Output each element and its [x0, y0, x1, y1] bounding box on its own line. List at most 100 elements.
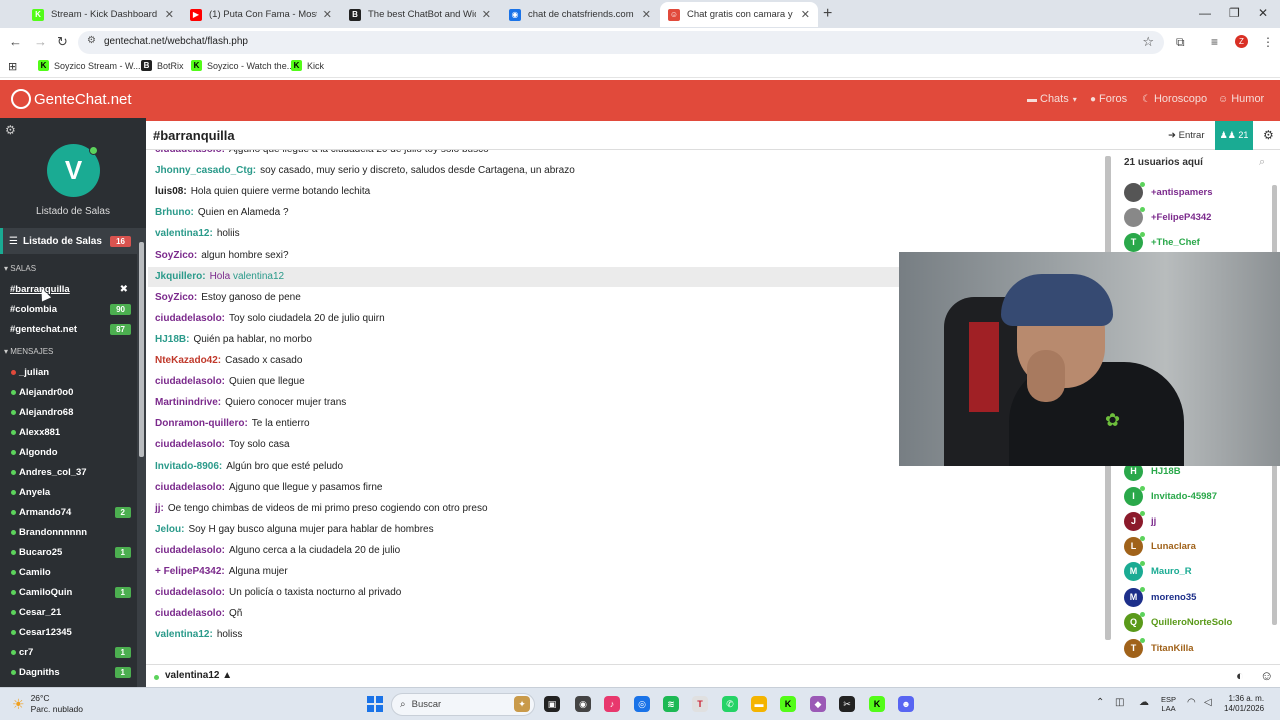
sidebar-user-item[interactable]: Alexx881	[0, 424, 137, 441]
bookmark-item[interactable]: K Soyzico Stream - W...	[38, 60, 141, 71]
close-icon[interactable]: ✕	[323, 8, 332, 21]
message-composer[interactable]: valentina12 ▲ ◐ ☺	[146, 664, 1280, 687]
controller-icon[interactable]: ◆	[810, 696, 826, 712]
message-nick[interactable]: ciudadelasolo:	[155, 150, 225, 155]
sidebar-user-item[interactable]: Armando74 2	[0, 504, 137, 521]
sidebar-user-item[interactable]: Camilo	[0, 564, 137, 581]
reload-icon[interactable]: ↻	[57, 34, 68, 50]
message-nick[interactable]: ciudadelasolo:	[155, 313, 225, 324]
sidebar-user-item[interactable]: Bucaro25 1	[0, 544, 137, 561]
message-nick[interactable]: jj:	[155, 503, 164, 514]
browser-tab[interactable]: ▶ (1) Puta Con Fama - Mosta Man ✕	[182, 2, 340, 27]
user-list-item[interactable]: L Lunaclara	[1124, 535, 1264, 556]
close-icon[interactable]: ✕	[165, 8, 174, 21]
contrast-icon[interactable]: ◐	[1236, 668, 1244, 683]
maximize-button[interactable]: ❐	[1229, 6, 1240, 20]
chrome-icon[interactable]: ◎	[634, 696, 650, 712]
sidebar-user-item[interactable]: cr7 1	[0, 644, 137, 661]
close-window-button[interactable]: ✕	[1258, 6, 1268, 20]
message-nick[interactable]: ciudadelasolo:	[155, 376, 225, 387]
message-nick[interactable]: HJ18B:	[155, 334, 189, 345]
bookmark-star-icon[interactable]: ☆	[1142, 34, 1154, 50]
onedrive-icon[interactable]: ☁	[1139, 697, 1149, 708]
forward-icon[interactable]: →	[34, 34, 47, 49]
settings-gear-icon[interactable]: ⚙	[5, 123, 16, 137]
sidebar-user-item[interactable]: Andres_col_37	[0, 464, 137, 481]
close-icon[interactable]: ✕	[801, 8, 810, 21]
url-field[interactable]: ⚙ gentechat.net/webchat/flash.php ☆	[78, 31, 1164, 54]
message-nick[interactable]: Donramon-quillero:	[155, 418, 248, 429]
user-list-item[interactable]: M Mauro_R	[1124, 560, 1264, 581]
close-icon[interactable]: ✕	[482, 8, 491, 21]
room-item[interactable]: #barranquilla ✖	[0, 281, 137, 298]
browser-tab[interactable]: B The best ChatBot and Widgets ✕	[341, 2, 499, 27]
room-item[interactable]: #gentechat.net 87	[0, 321, 137, 338]
site-info-icon[interactable]: ⚙	[87, 35, 96, 46]
message-nick[interactable]: SoyZico:	[155, 292, 197, 303]
nav-foros[interactable]: ● Foros	[1090, 93, 1127, 105]
typora-icon[interactable]: T	[692, 696, 708, 712]
message-nick[interactable]: luis08:	[155, 186, 187, 197]
message-nick[interactable]: SoyZico:	[155, 250, 197, 261]
capcut-icon[interactable]: ✂	[839, 696, 855, 712]
sidebar-user-item[interactable]: _julian	[0, 364, 137, 381]
site-logo[interactable]: GenteChat.net	[11, 89, 132, 109]
message-nick[interactable]: ciudadelasolo:	[155, 482, 225, 493]
spotify-icon[interactable]: ≋	[663, 696, 679, 712]
message-nick[interactable]: Jhonny_casado_Ctg:	[155, 165, 256, 176]
chat-settings-gear-icon[interactable]: ⚙	[1263, 128, 1274, 142]
minimize-button[interactable]: —	[1199, 6, 1211, 20]
sidebar-user-item[interactable]: Brandonnnnnn	[0, 524, 137, 541]
avatar[interactable]: V	[47, 144, 100, 197]
sidebar-user-item[interactable]: Alejandro68	[0, 404, 137, 421]
nav-horoscopo[interactable]: ☾ Horoscopo	[1142, 93, 1207, 105]
menu-icon[interactable]: ⋮	[1262, 35, 1274, 49]
user-list-item[interactable]: +antispamers	[1124, 181, 1264, 202]
new-tab-button[interactable]: +	[823, 5, 832, 23]
composer-username[interactable]: valentina12 ▲	[165, 670, 232, 681]
profile-avatar[interactable]: Z	[1235, 35, 1248, 48]
user-list-item[interactable]: I Invitado-45987	[1124, 485, 1264, 506]
kick-icon[interactable]: K	[780, 696, 796, 712]
message-nick[interactable]: valentina12:	[155, 629, 213, 640]
whatsapp-icon[interactable]: ✆	[722, 696, 738, 712]
sidebar-user-item[interactable]: Cesar12345	[0, 624, 137, 641]
enter-button[interactable]: ➜ Entrar	[1168, 130, 1204, 141]
room-item[interactable]: #colombia 90	[0, 301, 137, 318]
nav-chats[interactable]: ▬ Chats ▾	[1027, 93, 1077, 105]
bookmark-item[interactable]: B BotRix	[141, 60, 184, 71]
message-nick[interactable]: Invitado-8906:	[155, 461, 222, 472]
apps-icon[interactable]: ⊞	[8, 60, 17, 73]
user-list-item[interactable]: +FelipeP4342	[1124, 206, 1264, 227]
search-icon[interactable]: ⌕	[1259, 156, 1265, 169]
back-icon[interactable]: ←	[9, 34, 22, 49]
sidebar-user-item[interactable]: Alejandr0o0	[0, 384, 137, 401]
extensions-icon[interactable]: ⧉	[1176, 35, 1185, 50]
message-nick[interactable]: ciudadelasolo:	[155, 587, 225, 598]
tray-chevron-icon[interactable]: ⌃	[1096, 697, 1104, 708]
user-list-item[interactable]: Jjj	[1124, 510, 1264, 531]
message-nick[interactable]: ciudadelasolo:	[155, 545, 225, 556]
user-list-item[interactable]: Mmoreno35	[1124, 586, 1264, 607]
volume-icon[interactable]: ◁	[1204, 697, 1212, 708]
weather-widget[interactable]: ☀ 26°C Parc. nublado	[12, 693, 83, 715]
user-list-item[interactable]: T +The_Chef	[1124, 231, 1264, 252]
message-nick[interactable]: Jelou:	[155, 524, 184, 535]
sidebar-user-item[interactable]: Dagniths 1	[0, 664, 137, 681]
start-button[interactable]	[367, 696, 383, 712]
message-nick[interactable]: NteKazado42:	[155, 355, 221, 366]
message-nick[interactable]: valentina12:	[155, 228, 213, 239]
mensajes-section[interactable]: ▾ MENSAJES	[4, 347, 53, 356]
nav-humor[interactable]: ☺ Humor	[1218, 93, 1264, 105]
bookmark-item[interactable]: K Soyzico - Watch the...	[191, 60, 294, 71]
task-view-icon[interactable]: ▣	[544, 696, 560, 712]
message-nick[interactable]: Brhuno:	[155, 207, 194, 218]
emoji-icon[interactable]: ☺	[1260, 668, 1273, 683]
users-toggle-button[interactable]: ♟♟ 21	[1215, 121, 1253, 150]
sidebar-user-item[interactable]: CamiloQuin 1	[0, 584, 137, 601]
sidebar-user-item[interactable]: Cesar_21	[0, 604, 137, 621]
browser-tab[interactable]: ☺ Chat gratis con camara y micro ✕	[660, 2, 818, 27]
clock[interactable]: 1:36 a. m. 14/01/2026	[1224, 694, 1264, 714]
room-list-button[interactable]: ☰ Listado de Salas 16	[0, 228, 137, 254]
message-nick[interactable]: ciudadelasolo:	[155, 608, 225, 619]
